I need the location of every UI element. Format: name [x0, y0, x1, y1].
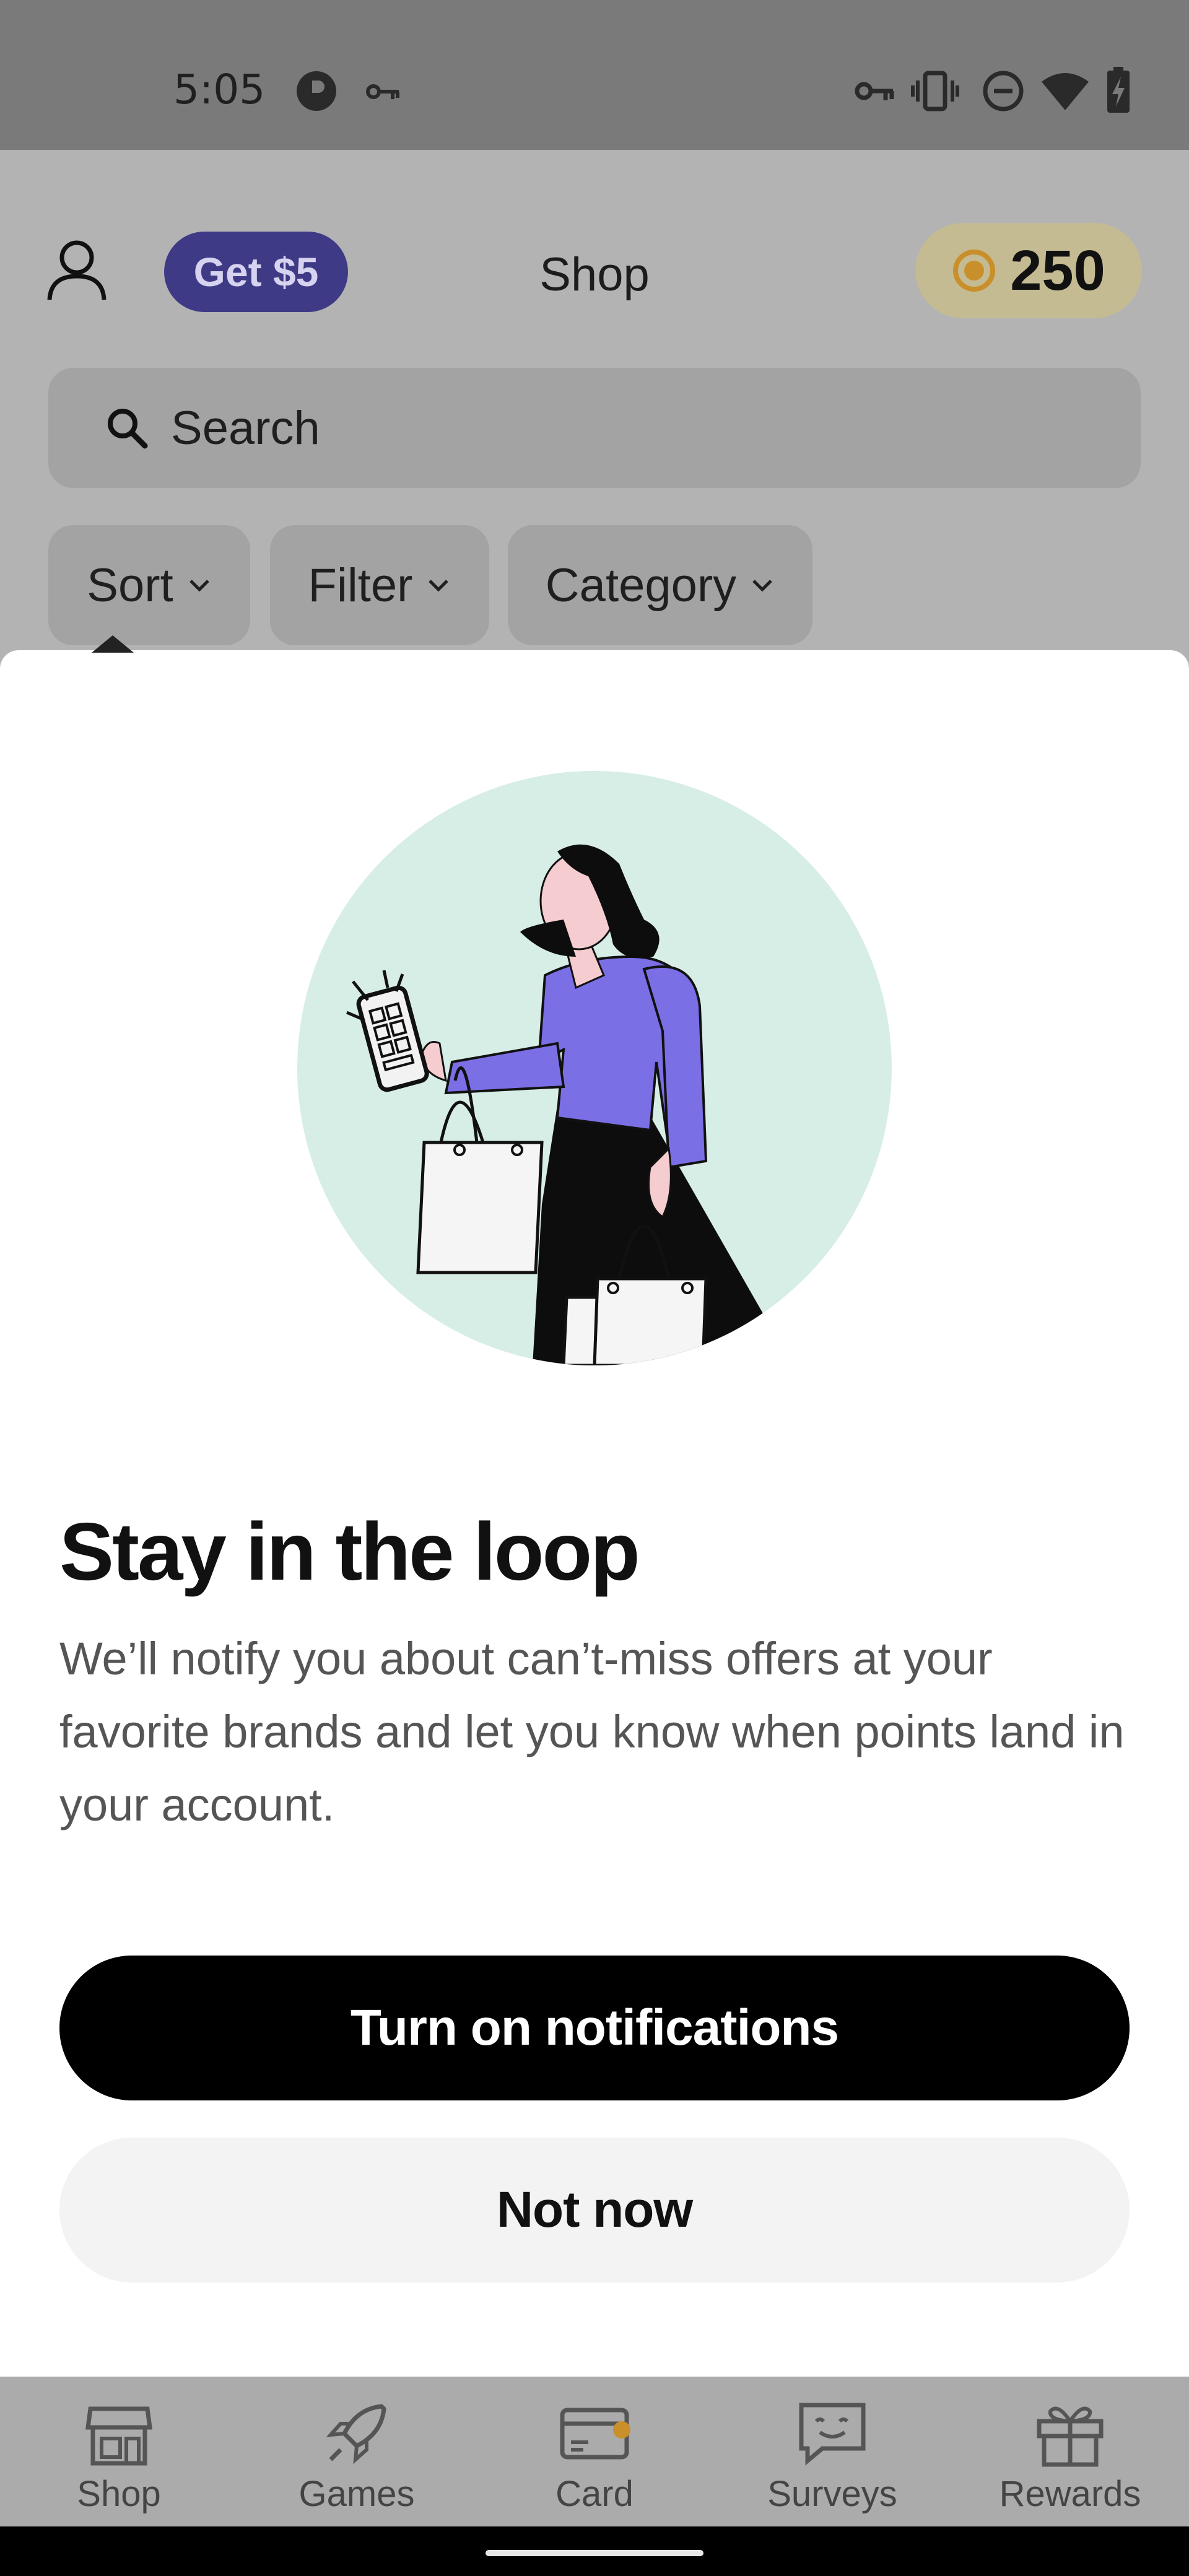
- card-icon: [560, 2408, 630, 2460]
- nav-item-surveys[interactable]: Surveys: [713, 2377, 951, 2526]
- wifi-icon: [1042, 73, 1089, 110]
- sheet-body: We’ll notify you about can’t-miss offers…: [59, 1633, 1125, 1830]
- sort-chip[interactable]: Sort: [48, 525, 250, 645]
- nav-item-rewards[interactable]: Rewards: [951, 2377, 1189, 2526]
- nav-label-rewards: Rewards: [999, 2474, 1141, 2514]
- woman-shopping-illustration: [297, 771, 892, 1365]
- not-now-label: Not now: [496, 2182, 693, 2238]
- category-chip[interactable]: Category: [508, 525, 812, 645]
- sort-label: Sort: [87, 559, 173, 612]
- nav-item-card[interactable]: Card: [476, 2377, 713, 2526]
- home-gesture-bar[interactable]: [486, 2550, 703, 2556]
- tooltip-notch: [92, 635, 134, 653]
- nav-label-shop: Shop: [77, 2474, 161, 2514]
- category-label: Category: [545, 559, 737, 612]
- search-icon: [108, 409, 148, 449]
- search-placeholder: Search: [171, 401, 320, 455]
- status-bar: 5:05: [0, 0, 1189, 150]
- vibrate-icon: [911, 71, 959, 111]
- search-input[interactable]: Search: [48, 368, 1141, 488]
- battery-charging-icon: [1107, 67, 1130, 113]
- rocket-icon: [326, 2404, 386, 2465]
- gift-icon: [1037, 2406, 1104, 2467]
- nav-label-games: Games: [298, 2474, 415, 2514]
- filter-chip[interactable]: Filter: [270, 525, 489, 645]
- nav-label-surveys: Surveys: [767, 2474, 897, 2514]
- store-icon: [85, 2406, 152, 2466]
- not-now-button[interactable]: Not now: [59, 2138, 1130, 2282]
- p-circle-icon: [297, 71, 336, 111]
- sheet-title: Stay in the loop: [59, 1506, 640, 1597]
- chevron-down-icon: [752, 580, 772, 592]
- status-time: 5:05: [173, 66, 266, 113]
- chevron-down-icon: [429, 580, 449, 592]
- do-not-disturb-icon: [983, 71, 1024, 111]
- points-badge[interactable]: 250: [915, 223, 1142, 318]
- filter-label: Filter: [308, 559, 413, 612]
- bottom-nav: Shop Games Card Surveys Rewards: [0, 2377, 1189, 2526]
- points-value: 250: [1010, 238, 1105, 302]
- nav-item-games[interactable]: Games: [238, 2377, 476, 2526]
- nav-item-shop[interactable]: Shop: [0, 2377, 238, 2526]
- coin-icon: [953, 250, 996, 292]
- turn-on-notifications-label: Turn on notifications: [350, 1999, 839, 2056]
- key-icon: [366, 84, 399, 99]
- turn-on-notifications-button[interactable]: Turn on notifications: [59, 1956, 1130, 2100]
- survey-chat-icon: [799, 2403, 866, 2466]
- nav-label-card: Card: [555, 2474, 634, 2514]
- key-icon: [855, 82, 894, 100]
- chevron-down-icon: [189, 580, 209, 592]
